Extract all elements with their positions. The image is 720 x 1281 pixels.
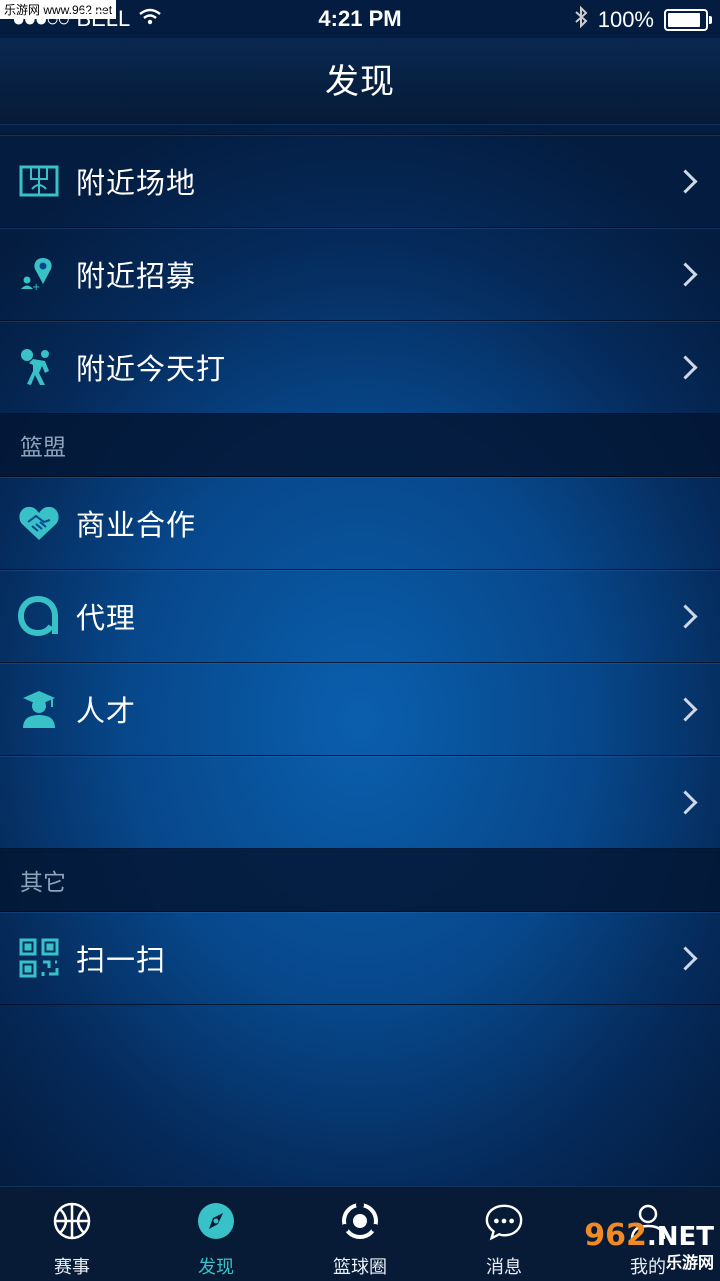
status-bar: ●●●○○ BELL 4:21 PM 100% (0, 0, 720, 38)
location-recruit-icon: + (18, 253, 60, 295)
tab-label: 发现 (198, 1257, 234, 1278)
compass-icon (196, 1201, 236, 1241)
row-nearby-play-today[interactable]: 附近今天打 (0, 321, 720, 414)
row-label: 附近招募 (76, 259, 197, 293)
section-label: 其它 (20, 870, 66, 896)
chevron-right-icon (673, 168, 698, 194)
discover-list: 附近场地 + 附近招募 附近今天打 篮盟 商业合作 代理 人才 其它 扫一扫 (0, 124, 720, 1005)
battery-percent: 100% (597, 7, 654, 32)
handshake-heart-icon (18, 502, 60, 544)
player-icon (18, 346, 60, 388)
battery-level (668, 13, 700, 27)
row-talent[interactable]: 人才 (0, 663, 720, 756)
row-business-cooperation[interactable]: 商业合作 (0, 477, 720, 570)
list-top-spacer (0, 124, 720, 135)
section-label: 篮盟 (20, 435, 66, 461)
agent-icon (18, 595, 60, 637)
tab-messages[interactable]: 消息 (432, 1187, 576, 1281)
row-nearby-courts[interactable]: 附近场地 (0, 135, 720, 228)
basketball-icon (52, 1201, 92, 1241)
section-header-league: 篮盟 (0, 414, 720, 477)
tab-events[interactable]: 赛事 (0, 1187, 144, 1281)
nav-bar: 发现 (0, 38, 720, 125)
tab-label: 赛事 (54, 1257, 90, 1278)
row-scan[interactable]: 扫一扫 (0, 912, 720, 1005)
tab-basketball-circle[interactable]: 篮球圈 (288, 1187, 432, 1281)
corner-watermark-logo: 962.NET 乐游网 (574, 1220, 714, 1276)
row-label: 附近今天打 (76, 352, 227, 386)
logo-number: 962 (584, 1218, 647, 1253)
bluetooth-icon (574, 5, 588, 34)
row-label: 商业合作 (76, 508, 197, 542)
chevron-right-icon (673, 261, 698, 287)
chevron-right-icon (673, 789, 698, 815)
row-unlabeled[interactable] (0, 756, 720, 849)
row-nearby-recruit[interactable]: + 附近招募 (0, 228, 720, 321)
row-label: 代理 (76, 601, 137, 635)
row-agent[interactable]: 代理 (0, 570, 720, 663)
chevron-right-icon (673, 696, 698, 722)
qr-code-icon (18, 937, 60, 979)
circle-icon (340, 1201, 380, 1241)
tab-label: 消息 (486, 1257, 522, 1278)
logo-site: 乐游网 (665, 1253, 714, 1272)
page-title: 发现 (325, 62, 395, 102)
chat-icon (484, 1201, 524, 1241)
battery-icon (664, 9, 712, 31)
row-label: 附近场地 (76, 166, 197, 200)
graduate-icon (18, 688, 60, 730)
row-label: 扫一扫 (76, 943, 167, 977)
logo-suffix: .NET (646, 1222, 714, 1252)
logo-top: 962.NET (574, 1220, 714, 1253)
status-right: 100% (574, 5, 712, 34)
chevron-right-icon (673, 354, 698, 380)
court-icon (18, 160, 60, 202)
row-label: 人才 (76, 694, 137, 728)
chevron-right-icon (673, 945, 698, 971)
tab-discover[interactable]: 发现 (144, 1187, 288, 1281)
svg-text:+: + (32, 282, 40, 292)
chevron-right-icon (673, 603, 698, 629)
tab-label: 篮球圈 (333, 1257, 387, 1278)
section-header-other: 其它 (0, 849, 720, 912)
